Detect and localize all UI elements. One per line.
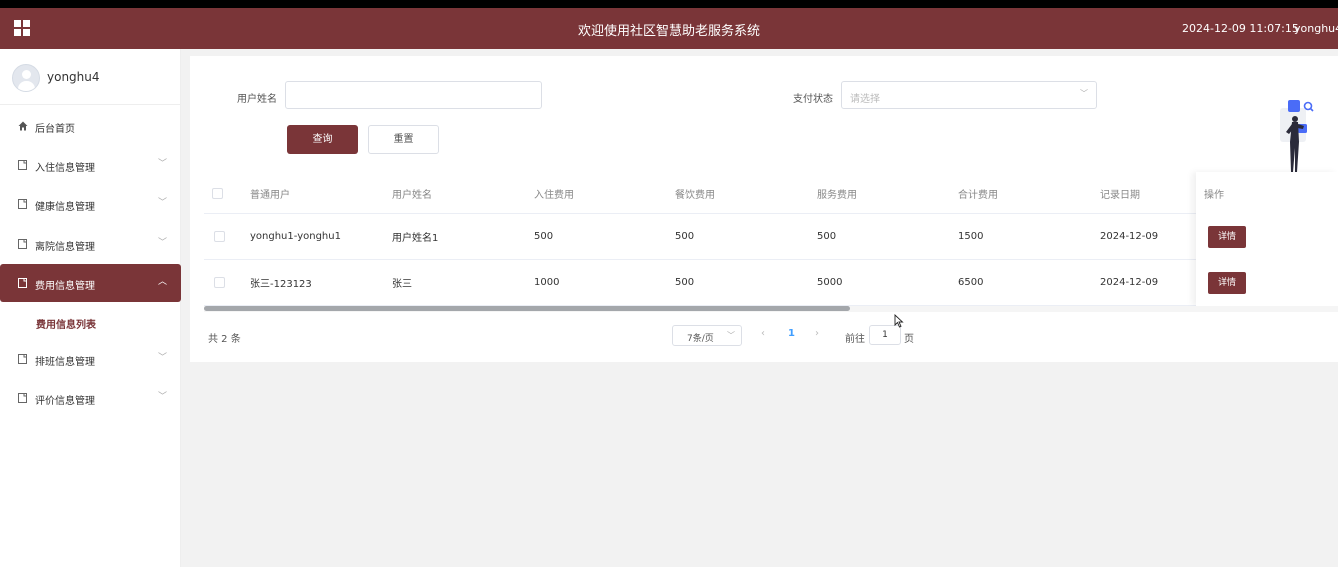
col-header: 记录日期 bbox=[1100, 190, 1140, 201]
sidebar-item-label: 费用信息管理 bbox=[35, 281, 95, 292]
sidebar-item-label: 评价信息管理 bbox=[35, 396, 95, 407]
sidebar-item-label: 排班信息管理 bbox=[35, 357, 95, 368]
header-datetime: 2024-12-09 11:07:15 bbox=[1182, 22, 1299, 35]
name-label: 用户姓名 bbox=[237, 94, 277, 105]
reset-button[interactable]: 重置 bbox=[368, 125, 439, 154]
sidebar-item-schedule[interactable]: 排班信息管理 ﹀ bbox=[0, 340, 181, 378]
table-cell: 500 bbox=[675, 231, 695, 242]
chevron-down-icon: ﹀ bbox=[158, 198, 168, 208]
doc-icon bbox=[18, 239, 27, 249]
table-cell: 1000 bbox=[534, 277, 560, 288]
prev-page-icon[interactable]: ‹ bbox=[761, 328, 765, 339]
col-header-ops: 操作 bbox=[1204, 189, 1224, 201]
sidebar-item-checkin[interactable]: 入住信息管理 ﹀ bbox=[0, 146, 181, 184]
chevron-down-icon: ﹀ bbox=[158, 238, 168, 248]
page-size-select[interactable]: 7条/页 ﹀ bbox=[672, 325, 742, 346]
table-cell: 6500 bbox=[958, 277, 984, 288]
detail-button[interactable]: 详情 bbox=[1208, 226, 1246, 248]
table-row: yonghu1-yonghu1 用户姓名1 500 500 500 1500 2… bbox=[204, 214, 1338, 260]
page-size-value: 7条/页 bbox=[687, 334, 714, 344]
sidebar-item-health[interactable]: 健康信息管理 ﹀ bbox=[0, 185, 181, 223]
table-cell: 用户姓名1 bbox=[392, 233, 439, 244]
mouse-cursor-icon bbox=[894, 314, 904, 328]
table-cell: 2024-12-09 bbox=[1100, 277, 1159, 288]
detail-button[interactable]: 详情 bbox=[1208, 272, 1246, 294]
sidebar-item-label: 健康信息管理 bbox=[35, 202, 95, 213]
col-header: 普通用户 bbox=[250, 190, 290, 201]
col-header: 入住费用 bbox=[534, 190, 574, 201]
sidebar-item-discharge[interactable]: 离院信息管理 ﹀ bbox=[0, 225, 181, 263]
status-label: 支付状态 bbox=[793, 94, 833, 105]
sidebar-item-fees[interactable]: 费用信息管理 ︿ bbox=[0, 264, 181, 302]
pagination-total: 共 2 条 bbox=[208, 334, 241, 345]
avatar bbox=[12, 64, 40, 92]
chevron-down-icon: ﹀ bbox=[158, 159, 168, 169]
status-placeholder: 请选择 bbox=[850, 94, 880, 105]
col-header: 用户姓名 bbox=[392, 190, 432, 201]
chevron-up-icon: ︿ bbox=[158, 277, 168, 287]
page-unit-label: 页 bbox=[904, 334, 914, 345]
table-header: 普通用户 用户姓名 入住费用 餐饮费用 服务费用 合计费用 记录日期 bbox=[204, 174, 1338, 214]
table-cell: yonghu1-yonghu1 bbox=[250, 231, 341, 242]
table-cell: 张三-123123 bbox=[250, 279, 312, 290]
chevron-down-icon: ﹀ bbox=[727, 331, 735, 340]
sidebar-item-review[interactable]: 评价信息管理 ﹀ bbox=[0, 379, 181, 417]
table-cell: 500 bbox=[534, 231, 554, 242]
sidebar-profile: yonghu4 bbox=[0, 49, 180, 105]
horizontal-scrollbar[interactable] bbox=[204, 306, 850, 311]
chevron-down-icon: ﹀ bbox=[1080, 89, 1088, 98]
sidebar-item-label: 离院信息管理 bbox=[35, 242, 95, 253]
person-illustration-icon bbox=[1278, 100, 1338, 174]
sidebar-subitem-fee-list[interactable]: 费用信息列表 bbox=[36, 316, 96, 331]
sidebar-item-label: 入住信息管理 bbox=[35, 163, 95, 174]
col-header: 服务费用 bbox=[817, 190, 857, 201]
profile-name: yonghu4 bbox=[47, 70, 100, 84]
app-header: 欢迎使用社区智慧助老服务系统 2024-12-09 11:07:15 yongh… bbox=[0, 8, 1338, 49]
table-cell: 张三 bbox=[392, 279, 412, 290]
operations-column: 操作 详情 详情 bbox=[1196, 172, 1338, 306]
doc-icon bbox=[18, 354, 27, 364]
home-icon bbox=[18, 121, 28, 131]
col-header: 餐饮费用 bbox=[675, 190, 715, 201]
col-header: 合计费用 bbox=[958, 190, 998, 201]
next-page-icon[interactable]: › bbox=[815, 328, 819, 339]
sidebar: yonghu4 后台首页 入住信息管理 ﹀ 健康信息管理 ﹀ 离院信息管理 ﹀ … bbox=[0, 49, 181, 567]
sidebar-item-label: 后台首页 bbox=[35, 124, 75, 135]
status-select[interactable]: 请选择 ﹀ bbox=[841, 81, 1097, 109]
table-cell: 2024-12-09 bbox=[1100, 231, 1159, 242]
table-cell: 1500 bbox=[958, 231, 984, 242]
query-button[interactable]: 查询 bbox=[287, 125, 358, 154]
table-cell: 500 bbox=[817, 231, 837, 242]
top-black-bar bbox=[0, 0, 1338, 8]
chevron-down-icon: ﹀ bbox=[158, 392, 168, 402]
header-username[interactable]: yonghu4 bbox=[1294, 22, 1338, 35]
chevron-down-icon: ﹀ bbox=[158, 353, 168, 363]
table-row: 张三-123123 张三 1000 500 5000 6500 2024-12-… bbox=[204, 260, 1338, 306]
row-checkbox[interactable] bbox=[214, 214, 225, 259]
goto-label: 前往 bbox=[845, 334, 865, 345]
page-number-current[interactable]: 1 bbox=[788, 328, 795, 339]
main-content: 用户姓名 支付状态 请选择 ﹀ 查询 重置 普通用户 用户姓名 入住费用 餐饮费… bbox=[190, 56, 1338, 362]
doc-icon bbox=[18, 278, 27, 288]
row-checkbox[interactable] bbox=[214, 260, 225, 305]
doc-icon bbox=[18, 160, 27, 170]
sidebar-item-home[interactable]: 后台首页 bbox=[0, 107, 181, 145]
select-all-checkbox[interactable] bbox=[212, 174, 223, 213]
name-input[interactable] bbox=[285, 81, 542, 109]
table-cell: 5000 bbox=[817, 277, 843, 288]
table-cell: 500 bbox=[675, 277, 695, 288]
doc-icon bbox=[18, 199, 27, 209]
doc-icon bbox=[18, 393, 27, 403]
page-title: 欢迎使用社区智慧助老服务系统 bbox=[577, 24, 760, 39]
goto-page-input[interactable]: 1 bbox=[869, 325, 901, 345]
